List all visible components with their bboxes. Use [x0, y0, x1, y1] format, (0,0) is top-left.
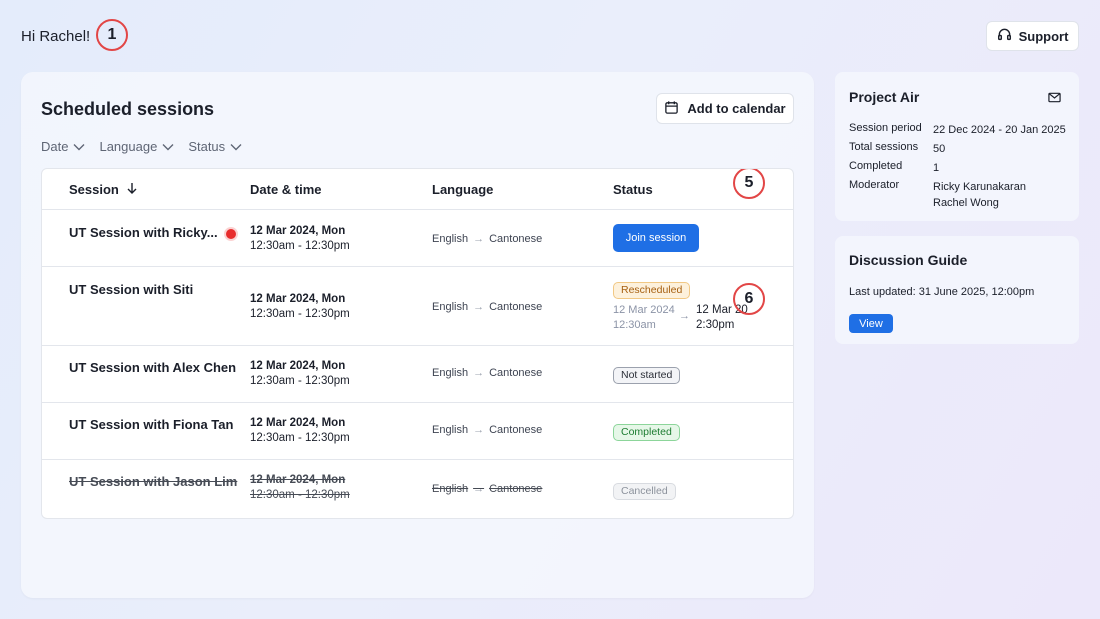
add-to-calendar-button[interactable]: Add to calendar — [656, 93, 794, 124]
new-time: 2:30pm — [696, 319, 735, 331]
session-time: 12:30am - 12:30pm — [250, 240, 350, 252]
step-marker: 6 — [733, 283, 765, 315]
field-label: Completed — [849, 160, 903, 172]
session-date: 12 Mar 2024, Mon — [250, 417, 346, 429]
field-value: 1 — [933, 162, 940, 174]
sessions-table: Session Date & time Language Status 5 UT… — [41, 168, 794, 519]
field-label: Total sessions — [849, 141, 919, 153]
chevron-down-icon — [230, 139, 242, 154]
project-details: Session period 22 Dec 2024 - 20 Jan 2025… — [849, 122, 1066, 211]
previous-time: 12:30am — [613, 319, 656, 331]
filter-bar: Date Language Status — [41, 139, 242, 154]
status-badge: Cancelled — [613, 483, 676, 500]
session-time: 12:30am - 12:30pm — [250, 308, 350, 320]
add-to-calendar-label: Add to calendar — [687, 101, 786, 116]
session-name: UT Session with Alex Chen — [69, 360, 237, 375]
arrow-right-icon: → — [473, 424, 485, 436]
session-time: 12:30am - 12:30pm — [250, 432, 350, 444]
column-header-status: Status — [613, 182, 653, 197]
session-language: English → Cantonese — [432, 301, 543, 313]
scheduled-sessions-card: Scheduled sessions Add to calendar Date … — [21, 72, 814, 598]
project-card: Project Air Session period 22 Dec 2024 -… — [835, 72, 1079, 221]
table-row[interactable]: UT Session with Fiona Tan 12 Mar 2024, M… — [42, 403, 793, 460]
session-date: 12 Mar 2024, Mon — [250, 474, 346, 486]
headset-icon — [997, 27, 1012, 45]
column-header-datetime: Date & time — [250, 182, 322, 197]
session-language: English → Cantonese — [432, 233, 543, 245]
status-badge: Completed — [613, 424, 680, 441]
status-badge: Rescheduled — [613, 282, 691, 299]
support-button[interactable]: Support — [986, 21, 1079, 51]
field-label: Moderator — [849, 179, 900, 191]
sort-down-icon[interactable] — [127, 182, 137, 197]
field-value: 22 Dec 2024 - 20 Jan 2025 — [933, 124, 1066, 136]
step-marker: 1 — [96, 19, 128, 51]
session-date: 12 Mar 2024, Mon — [250, 360, 346, 372]
arrow-right-icon: → — [679, 310, 690, 322]
last-updated: Last updated: 31 June 2025, 12:00pm — [849, 286, 1035, 298]
field-value: Rachel Wong — [933, 197, 999, 209]
previous-date: 12 Mar 2024 — [613, 304, 675, 316]
column-header-session[interactable]: Session — [69, 182, 137, 197]
step-marker: 5 — [733, 169, 765, 199]
session-name: UT Session with Jason Lim — [69, 474, 238, 489]
chevron-down-icon — [162, 139, 174, 154]
table-row[interactable]: UT Session with Jason Lim 12 Mar 2024, M… — [42, 460, 793, 518]
filter-date[interactable]: Date — [41, 139, 85, 154]
mail-icon[interactable] — [1048, 90, 1061, 108]
session-date: 12 Mar 2024, Mon — [250, 293, 346, 305]
card-title: Scheduled sessions — [41, 99, 215, 119]
chevron-down-icon — [73, 139, 85, 154]
table-row[interactable]: UT Session with Alex Chen 12 Mar 2024, M… — [42, 346, 793, 403]
arrow-right-icon: → — [473, 233, 485, 245]
session-time: 12:30am - 12:30pm — [250, 489, 350, 501]
join-session-button[interactable]: Join session — [613, 224, 699, 252]
field-value: Ricky Karunakaran — [933, 181, 1026, 193]
session-time: 12:30am - 12:30pm — [250, 375, 350, 387]
support-label: Support — [1018, 28, 1069, 44]
table-row[interactable]: UT Session with Ricky... 12 Mar 2024, Mo… — [42, 210, 793, 267]
session-language: English → Cantonese — [432, 424, 543, 436]
arrow-right-icon: → — [473, 301, 485, 313]
column-header-language: Language — [432, 182, 494, 197]
discussion-guide-card: Discussion Guide Last updated: 31 June 2… — [835, 236, 1079, 344]
status-badge: Not started — [613, 367, 681, 384]
session-date: 12 Mar 2024, Mon — [250, 225, 346, 237]
session-name: UT Session with Ricky... — [69, 225, 218, 240]
table-header: Session Date & time Language Status 5 — [42, 169, 793, 210]
view-button[interactable]: View — [849, 314, 893, 333]
session-language: English → Cantonese — [432, 483, 543, 495]
field-label: Session period — [849, 122, 922, 134]
arrow-right-icon: → — [473, 483, 485, 495]
table-row[interactable]: UT Session with Siti 12 Mar 2024, Mon 12… — [42, 267, 793, 346]
filter-language[interactable]: Language — [99, 139, 174, 154]
field-value: 50 — [933, 143, 946, 155]
session-name: UT Session with Fiona Tan — [69, 417, 234, 432]
session-name: UT Session with Siti — [69, 282, 194, 297]
arrow-right-icon: → — [473, 367, 485, 379]
live-indicator-icon — [223, 226, 238, 241]
session-language: English → Cantonese — [432, 367, 543, 379]
guide-title: Discussion Guide — [849, 252, 968, 268]
calendar-icon — [664, 100, 679, 118]
project-title: Project Air — [849, 89, 920, 105]
greeting: Hi Rachel! — [21, 28, 91, 45]
filter-status[interactable]: Status — [188, 139, 242, 154]
